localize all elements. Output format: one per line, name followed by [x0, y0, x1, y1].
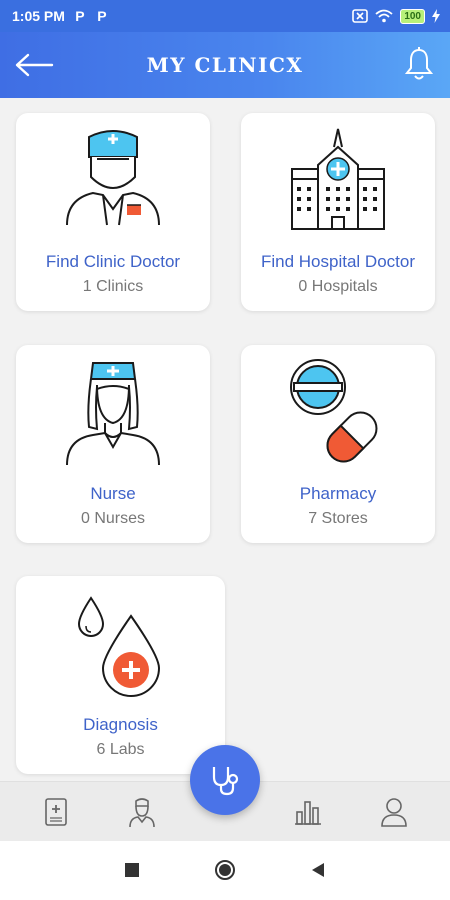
- home-circle-icon[interactable]: [214, 859, 236, 881]
- find-clinic-doctor-card[interactable]: Find Clinic Doctor 1 Clinics: [16, 113, 210, 311]
- battery-icon: 100: [400, 8, 425, 24]
- medical-record-icon: [45, 798, 67, 826]
- nurse-icon: [66, 362, 160, 466]
- back-arrow-icon[interactable]: [14, 52, 54, 78]
- nav-stats[interactable]: [290, 794, 326, 830]
- page-title: MY CLINICX: [146, 53, 304, 77]
- user-icon: [381, 798, 407, 827]
- card-count: 1 Clinics: [82, 278, 144, 295]
- card-count: 0 Hospitals: [298, 278, 378, 295]
- nav-doctor-profile[interactable]: [124, 794, 160, 830]
- card-title: Find Clinic Doctor: [45, 252, 181, 271]
- card-title: Nurse: [90, 484, 136, 503]
- wifi-icon: [375, 9, 393, 23]
- card-count: 6 Labs: [96, 741, 145, 758]
- find-hospital-doctor-card[interactable]: Find Hospital Doctor 0 Hospitals: [241, 113, 435, 311]
- doctor-profile-icon: [129, 798, 155, 828]
- card-title: Find Hospital Doctor: [260, 252, 415, 271]
- diagnosis-card[interactable]: Diagnosis 6 Labs: [16, 576, 225, 774]
- recents-square-icon[interactable]: [124, 862, 140, 878]
- app-header: MY CLINICX: [0, 32, 450, 98]
- sim-icon: [352, 9, 369, 23]
- notification-p-icon: P: [75, 8, 85, 24]
- card-count: 7 Stores: [308, 510, 368, 527]
- card-title: Pharmacy: [299, 484, 377, 503]
- card-count: 0 Nurses: [80, 510, 146, 527]
- hospital-icon: [291, 128, 385, 230]
- stethoscope-icon: [212, 767, 239, 796]
- nav-medical-record[interactable]: [38, 794, 74, 830]
- pills-icon: [290, 359, 378, 463]
- charging-icon: [432, 9, 440, 23]
- doctor-icon: [66, 130, 160, 226]
- nurse-card[interactable]: Nurse 0 Nurses: [16, 345, 210, 543]
- bell-icon[interactable]: [404, 46, 434, 82]
- system-nav-bar: [0, 841, 450, 900]
- status-bar: 1:05 PM P P 100: [0, 0, 450, 32]
- back-triangle-icon[interactable]: [310, 862, 326, 878]
- blood-drop-icon: [77, 596, 160, 697]
- stethoscope-fab-button[interactable]: [190, 745, 260, 815]
- card-title: Diagnosis: [83, 715, 158, 734]
- status-time: 1:05 PM: [12, 8, 65, 24]
- pharmacy-card[interactable]: Pharmacy 7 Stores: [241, 345, 435, 543]
- stats-icon: [295, 801, 321, 825]
- nav-user[interactable]: [376, 794, 412, 830]
- notification-p-icon: P: [97, 8, 107, 24]
